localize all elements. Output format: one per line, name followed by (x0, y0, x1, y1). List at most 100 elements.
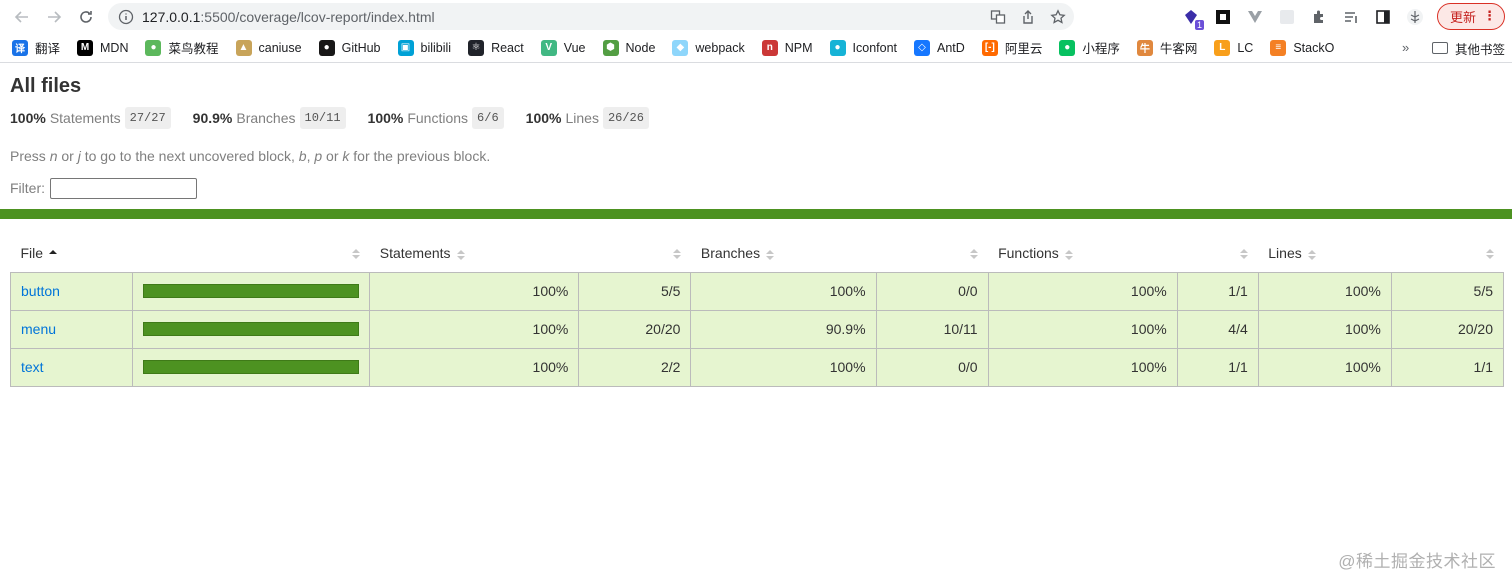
extension-gem-icon[interactable]: 1 (1180, 6, 1204, 30)
bookmark-item[interactable]: 牛牛客网 (1136, 38, 1197, 57)
column-header[interactable] (876, 235, 988, 272)
column-header[interactable]: Lines (1258, 235, 1391, 272)
percent-cell: 100% (1257, 309, 1392, 349)
percent-cell: 100% (690, 347, 877, 387)
file-link[interactable]: text (21, 359, 44, 375)
info-icon (118, 9, 134, 24)
share-icon[interactable] (1018, 7, 1038, 27)
sort-icon (456, 249, 465, 260)
update-label: 更新 (1450, 10, 1477, 25)
help-text: to go to the next uncovered block, (80, 148, 299, 164)
profile-avatar-icon[interactable] (1404, 6, 1426, 28)
percent-cell: 100% (690, 271, 877, 311)
bookmark-label: NPM (784, 40, 813, 55)
percent-cell: 100% (987, 309, 1178, 349)
bookmark-item[interactable]: ◆ webpack (672, 39, 745, 56)
bookmark-item[interactable]: n NPM (761, 39, 813, 56)
summary-item: 100% Statements 27/27 (10, 107, 171, 129)
watermark: @稀土掘金技术社区 (1338, 552, 1496, 571)
bookmark-item[interactable]: V Vue (540, 39, 586, 56)
help-text: Press (10, 148, 50, 164)
back-button[interactable] (8, 3, 36, 31)
column-header[interactable] (579, 235, 691, 272)
column-header[interactable]: Branches (691, 235, 876, 272)
extensions-puzzle-icon[interactable] (1308, 6, 1330, 28)
side-panel-icon[interactable] (1372, 6, 1394, 28)
vue-icon: V (540, 39, 557, 56)
sort-icon (1307, 249, 1316, 260)
bookmark-label: 菜鸟教程 (168, 42, 219, 56)
summary-percent: 100% (367, 110, 404, 126)
fraction-cell: 5/5 (1390, 271, 1505, 311)
bookmark-item[interactable]: ▣ bilibili (397, 39, 452, 56)
help-text: or (322, 148, 343, 164)
percent-cell: 100% (1257, 347, 1392, 387)
bookmark-item[interactable]: 译翻译 (12, 38, 60, 57)
node-icon: ⬢ (602, 39, 619, 56)
bookmark-item[interactable]: ≡ StackO (1270, 39, 1335, 56)
column-header[interactable]: Functions (988, 235, 1177, 272)
arrow-left-icon (14, 10, 28, 23)
percent-cell: 100% (369, 347, 580, 387)
column-header[interactable] (1391, 235, 1503, 272)
update-button[interactable]: 更新 ⋮ (1437, 3, 1505, 30)
bookmark-item[interactable]: ● GitHub (318, 39, 381, 56)
summary-item: 100% Functions 6/6 (368, 107, 504, 129)
bookmark-item[interactable]: ⚛ React (468, 39, 524, 56)
extension-vue-devtools-icon[interactable] (1244, 6, 1266, 28)
coverage-summary: 100% Statements 27/27 90.9% Branches 10/11 100… (10, 106, 1502, 130)
fraction-cell: 0/0 (875, 347, 989, 387)
filter-label: Filter: (10, 180, 45, 196)
help-key: p (314, 148, 323, 164)
bookmark-item[interactable]: ⬢ Node (602, 39, 656, 56)
file-link[interactable]: button (21, 283, 60, 299)
help-text: for the previous block. (349, 148, 491, 164)
forward-button[interactable] (40, 3, 68, 31)
summary-label: Lines (565, 110, 599, 126)
filter-input[interactable] (50, 177, 197, 199)
address-bar[interactable]: 127.0.0.1:5500/coverage/lcov-report/inde… (108, 3, 1074, 30)
other-bookmarks-folder[interactable]: 其他书签 (1432, 33, 1505, 63)
file-cell: menu (9, 309, 134, 349)
reading-list-icon[interactable] (1340, 6, 1362, 28)
bookmark-item[interactable]: ▲ caniuse (235, 39, 302, 56)
bookmark-label: MDN (100, 40, 129, 55)
bookmark-item[interactable]: L LC (1214, 39, 1253, 56)
bookmark-item[interactable]: M MDN (77, 39, 129, 56)
table-header-row: File Statements Branches Functions Lines (11, 235, 1504, 272)
runoob-icon: ● (145, 39, 162, 56)
bookmark-item[interactable]: ● 小程序 (1059, 38, 1120, 57)
table-row: button 100% 5/5 100% 0/0 100% 1/1 100% 5/5 (9, 271, 1505, 311)
extension-square-icon[interactable] (1212, 6, 1234, 28)
bookmark-item[interactable]: ◇ AntD (914, 39, 965, 56)
column-header[interactable]: Statements (370, 235, 579, 272)
fraction-cell: 0/0 (875, 271, 989, 311)
npm-icon: n (761, 39, 778, 56)
column-header[interactable] (1177, 235, 1258, 272)
file-link[interactable]: menu (21, 321, 56, 337)
column-header[interactable] (133, 235, 370, 272)
bookmark-label: Node (625, 40, 656, 55)
sort-icon (766, 249, 775, 260)
leetcode-icon: L (1214, 39, 1231, 56)
extension-grid-icon[interactable] (1276, 6, 1298, 28)
bookmark-item[interactable]: [-] 阿里云 (981, 38, 1042, 57)
star-icon[interactable] (1048, 7, 1068, 27)
folder-icon (1432, 42, 1448, 54)
sort-icon (351, 249, 360, 259)
reload-button[interactable] (72, 3, 100, 31)
bookmark-label: StackO (1293, 40, 1335, 55)
translate-page-icon[interactable] (988, 7, 1008, 27)
coverage-bar (143, 322, 360, 336)
bookmark-item[interactable]: ● 菜鸟教程 (145, 38, 219, 57)
bookmark-label: bilibili (420, 40, 452, 55)
browser-toolbar: 127.0.0.1:5500/coverage/lcov-report/inde… (0, 0, 1512, 33)
percent-cell: 100% (369, 309, 580, 349)
iconfont-icon: ● (829, 39, 846, 56)
column-header[interactable]: File (11, 235, 133, 272)
fraction-cell: 1/1 (1176, 347, 1259, 387)
bookmark-item[interactable]: ● Iconfont (829, 39, 897, 56)
arrow-right-icon (48, 10, 62, 23)
bookmarks-overflow-button[interactable]: » (1402, 40, 1409, 55)
summary-percent: 100% (525, 110, 562, 126)
